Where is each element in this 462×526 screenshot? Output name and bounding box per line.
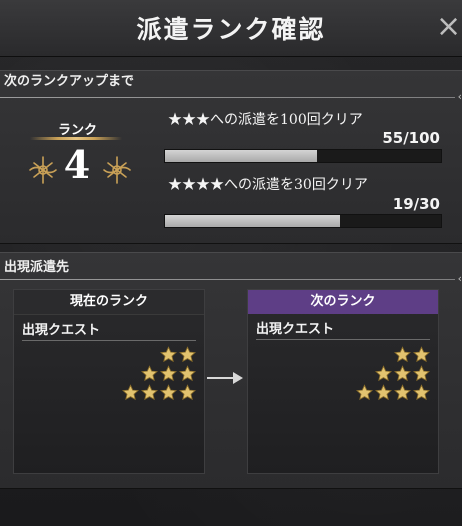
star-icon [159,384,178,401]
rank-label: ランク [58,123,98,138]
ornament-crest-icon [29,156,57,184]
star-icon [355,384,374,401]
star-icon [178,365,197,382]
page-title: 派遣ランク確認 [136,15,326,44]
star-icon [393,346,412,363]
star-row [355,384,431,401]
current-rank-box: 現在のランク 出現クエスト [13,289,205,474]
star-icon [393,384,412,401]
goal-count: 55/100 [382,129,440,147]
subtitle-divider [256,339,430,340]
star-icon [178,384,197,401]
rank-value: 4 [63,142,91,187]
dispatch-section-label: 出現派遣先 [4,260,70,275]
rule-ornament-icon: ‹ [457,90,462,103]
star-icon [412,346,431,363]
progress-fill [165,150,317,162]
star-icon [140,365,159,382]
arrow-right-icon [207,372,243,384]
close-icon[interactable]: × [436,10,462,44]
next-rank-panel: 次のランクアップまで ‹ ランク 4 ★★★への派遣を100回クリア 55/10… [0,70,462,244]
star-icon [374,365,393,382]
section-divider [0,279,455,280]
quest-subtitle: 出現クエスト [256,322,335,337]
star-icon [374,384,393,401]
progress-bar [164,214,442,228]
star-icon [121,384,140,401]
next-rank-section-label: 次のランクアップまで [4,74,135,89]
rank-underline [30,137,122,140]
current-rank-title: 現在のランク [14,290,204,315]
next-rank-box: 次のランク 出現クエスト [247,289,439,474]
star-group [355,346,431,403]
star-icon [393,365,412,382]
goal-text: ★★★★への派遣を30回クリア [168,177,368,193]
rule-ornament-icon: ‹ [457,272,462,285]
goal-count: 19/30 [392,195,440,213]
progress-fill [165,215,340,227]
subtitle-divider [22,340,196,341]
star-icon [159,365,178,382]
ornament-crest-icon [103,156,131,184]
star-row [122,346,197,363]
quest-subtitle: 出現クエスト [22,323,101,338]
star-row [356,365,431,382]
star-icon [140,384,159,401]
star-icon [412,365,431,382]
star-row [356,346,431,363]
star-row [122,365,197,382]
star-icon [159,346,178,363]
star-group [121,346,197,403]
title-bar: 派遣ランク確認 × [0,0,462,57]
star-row [121,384,197,401]
section-divider [0,97,455,98]
goal-text: ★★★への派遣を100回クリア [168,112,363,128]
star-icon [412,384,431,401]
progress-bar [164,149,442,163]
next-rank-title: 次のランク [248,290,438,314]
star-icon [178,346,197,363]
